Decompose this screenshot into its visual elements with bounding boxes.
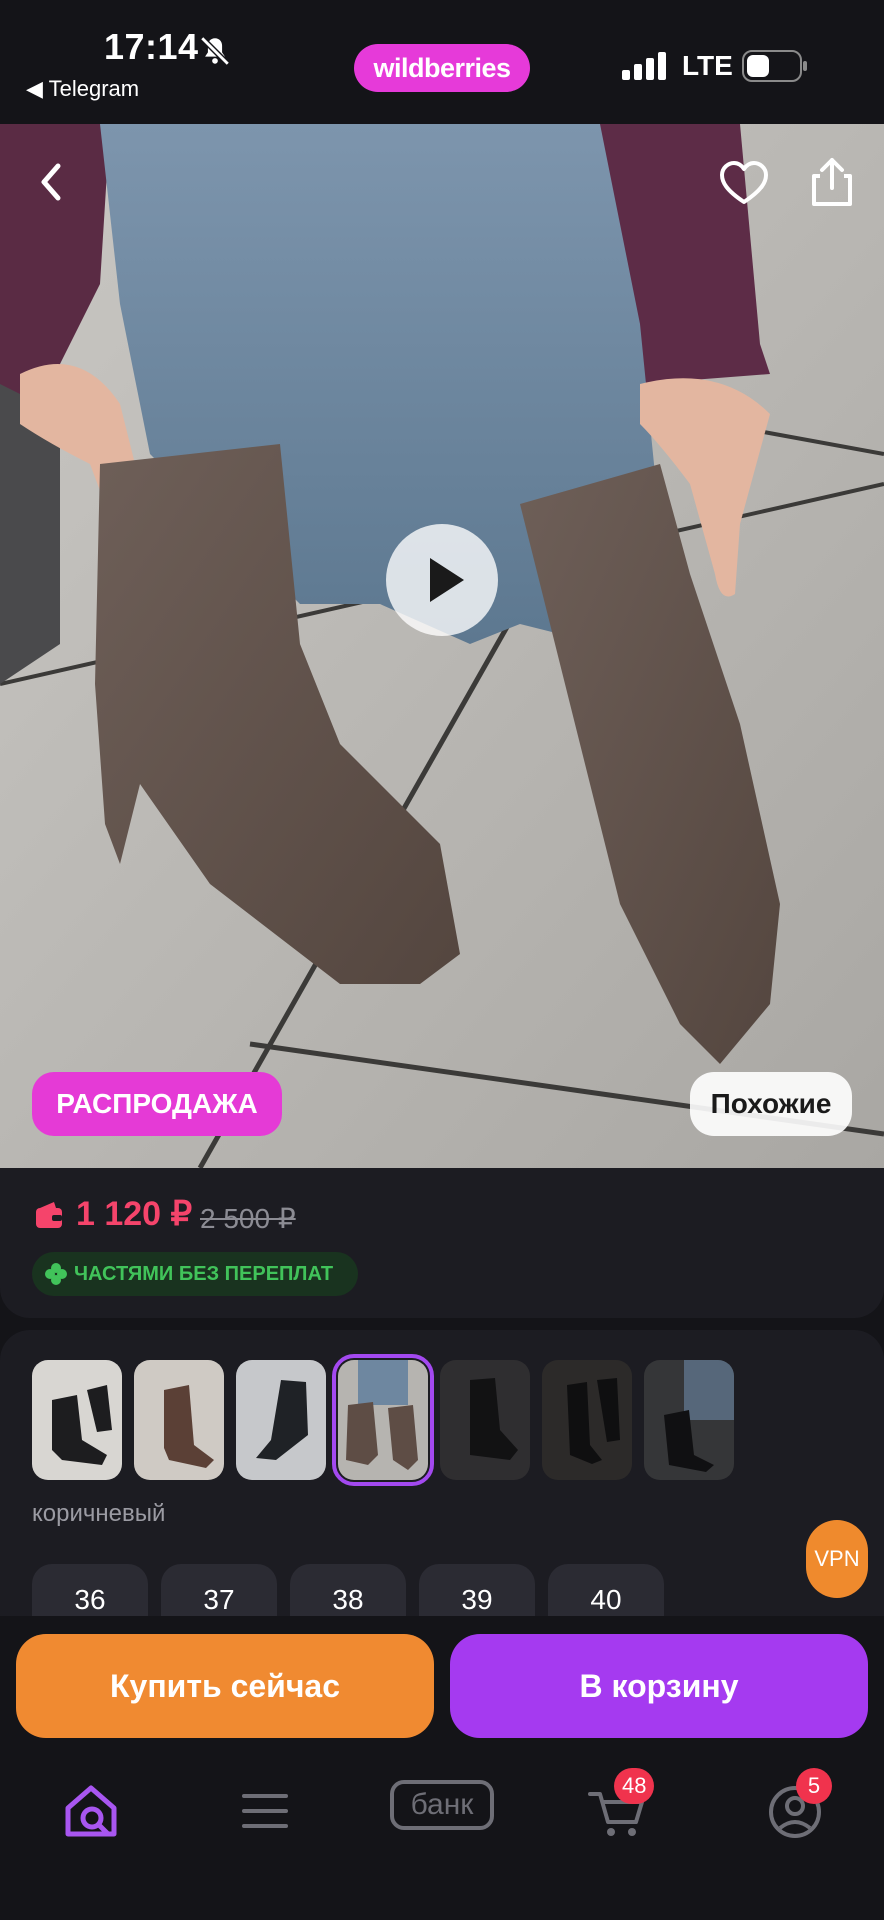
variant-thumb-black-heel[interactable] xyxy=(440,1360,530,1480)
variant-thumb-brown-selected[interactable] xyxy=(332,1354,434,1486)
price-card: 1 120 ₽ 2 500 ₽ ЧАСТЯМИ БЕЗ ПЕРЕПЛАТ xyxy=(0,1168,884,1318)
variants-card: коричневый 36 37 38 39 40 xyxy=(0,1330,884,1644)
variant-thumb-black-stiletto[interactable] xyxy=(542,1360,632,1480)
signal-icon xyxy=(622,52,666,80)
product-photo[interactable]: РАСПРОДАЖА Похожие xyxy=(0,124,884,1168)
clover-icon xyxy=(45,1263,67,1285)
buy-now-button[interactable]: Купить сейчас xyxy=(16,1634,434,1738)
profile-badge: 5 xyxy=(796,1768,832,1804)
vpn-floating-button[interactable]: VPN xyxy=(806,1520,868,1598)
heart-icon[interactable] xyxy=(716,156,772,212)
current-price: 1 120 ₽ xyxy=(76,1195,193,1233)
installments-badge[interactable]: ЧАСТЯМИ БЕЗ ПЕРЕПЛАТ xyxy=(32,1252,358,1296)
cart-badge: 48 xyxy=(614,1768,655,1804)
status-bar: 17:14 ◀ Telegram wildberries LTE xyxy=(0,0,884,124)
sale-badge: РАСПРОДАЖА xyxy=(32,1072,282,1136)
variant-thumb-black-jeans[interactable] xyxy=(644,1360,734,1480)
bank-icon[interactable]: банк xyxy=(390,1780,494,1830)
menu-icon[interactable] xyxy=(230,1776,300,1846)
home-search-icon[interactable] xyxy=(56,1776,126,1846)
action-bar: Купить сейчас В корзину xyxy=(0,1616,884,1744)
bell-off-icon xyxy=(200,36,230,66)
back-to-telegram-link[interactable]: ◀ Telegram xyxy=(26,76,139,102)
variant-thumb-brown-1[interactable] xyxy=(134,1360,224,1480)
variant-thumb-black-1[interactable] xyxy=(32,1360,122,1480)
back-icon[interactable] xyxy=(24,154,80,210)
selected-color-label: коричневый xyxy=(32,1500,166,1527)
similar-button[interactable]: Похожие xyxy=(690,1072,852,1136)
status-time: 17:14 xyxy=(104,26,199,67)
share-icon[interactable] xyxy=(804,154,860,210)
variant-thumb-black-2[interactable] xyxy=(236,1360,326,1480)
brand-logo: wildberries xyxy=(354,44,530,92)
add-to-cart-button[interactable]: В корзину xyxy=(450,1634,868,1738)
play-video-button[interactable] xyxy=(386,524,498,636)
old-price: 2 500 ₽ xyxy=(200,1203,296,1234)
battery-icon xyxy=(742,50,807,82)
product-image xyxy=(0,124,884,1168)
wallet-icon xyxy=(36,1202,62,1228)
bottom-navigation: банк 48 5 xyxy=(0,1744,884,1920)
network-type: LTE xyxy=(682,50,733,81)
